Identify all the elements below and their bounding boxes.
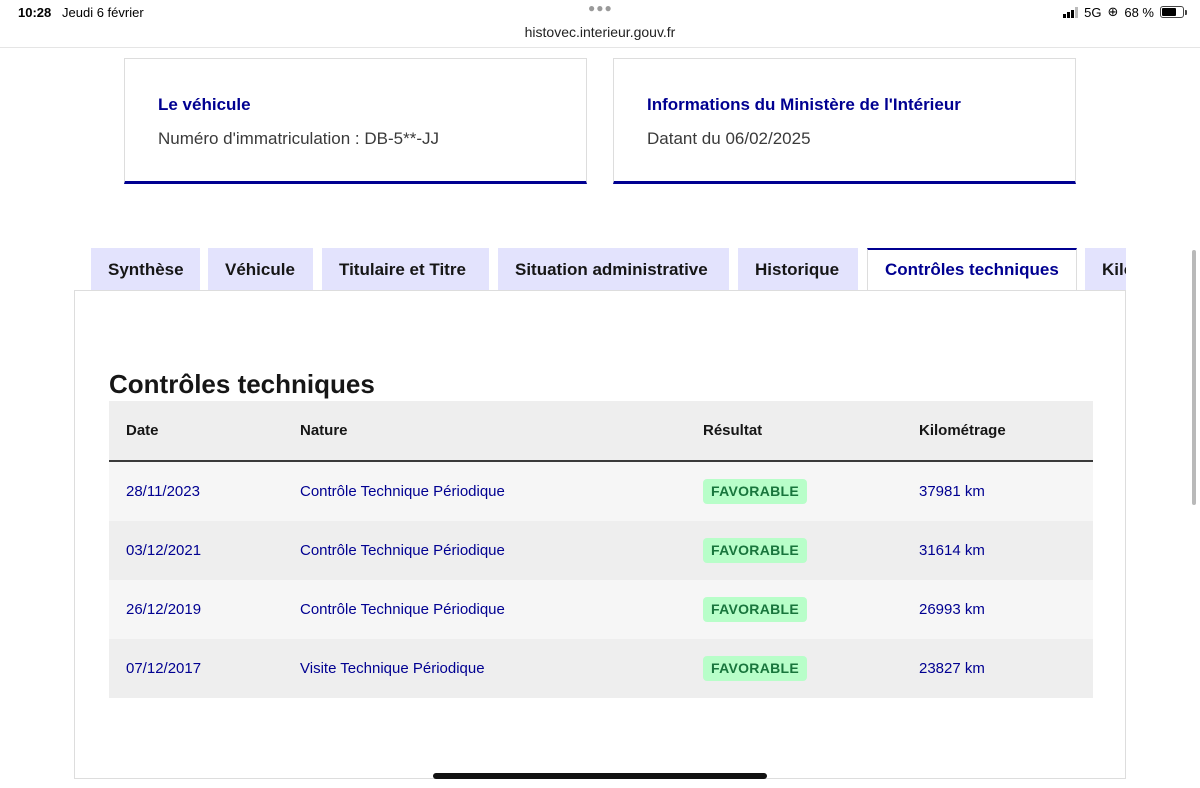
row-mileage: 31614 km	[919, 542, 985, 559]
table-row: 07/12/2017 Visite Technique Périodique F…	[109, 639, 1093, 698]
row-date: 28/11/2023	[126, 483, 200, 500]
column-header-date: Date	[126, 422, 159, 439]
data-date: Datant du 06/02/2025	[647, 129, 811, 148]
row-nature: Contrôle Technique Périodique	[300, 601, 505, 618]
ministry-card-title: Informations du Ministère de l'Intérieur	[647, 95, 961, 114]
row-nature: Contrôle Technique Périodique	[300, 483, 505, 500]
tab-titulaire[interactable]: Titulaire et Titre	[322, 248, 489, 291]
row-date: 03/12/2021	[126, 542, 202, 559]
tab-panel: Contrôles techniques Date Nature Résulta…	[74, 290, 1126, 779]
status-time: 10:28	[18, 5, 52, 20]
tab-synthese[interactable]: Synthèse	[91, 248, 200, 291]
page-scrollbar[interactable]	[1192, 250, 1196, 505]
table-row: 26/12/2019 Contrôle Technique Périodique…	[109, 580, 1093, 639]
registration-number: Numéro d'immatriculation : DB-5**-JJ	[158, 129, 439, 148]
tab-controles-techniques[interactable]: Contrôles techniques	[867, 248, 1077, 291]
row-date: 07/12/2017	[126, 660, 202, 677]
status-indicators: 5G ⊕ 68 %	[1063, 4, 1187, 20]
status-bar: 10:28 Jeudi 6 février ●●● histovec.inter…	[0, 0, 1200, 48]
tab-bar: Synthèse Véhicule Titulaire et Titre Sit…	[91, 248, 1126, 291]
tab-vehicule[interactable]: Véhicule	[208, 248, 313, 291]
row-nature: Visite Technique Périodique	[300, 660, 485, 677]
multitasking-dots-icon[interactable]: ●●●	[588, 1, 613, 15]
result-badge: FAVORABLE	[703, 597, 807, 622]
tab-situation-administrative[interactable]: Situation administrative	[498, 248, 729, 291]
ministry-card: Informations du Ministère de l'Intérieur…	[613, 58, 1076, 184]
battery-icon	[1160, 6, 1187, 18]
orientation-lock-icon: ⊕	[1107, 4, 1119, 19]
status-date: Jeudi 6 février	[62, 5, 144, 20]
result-badge: FAVORABLE	[703, 479, 807, 504]
row-date: 26/12/2019	[126, 601, 202, 618]
url-bar[interactable]: histovec.interieur.gouv.fr	[0, 24, 1200, 40]
result-badge: FAVORABLE	[703, 656, 807, 681]
result-badge: FAVORABLE	[703, 538, 807, 563]
home-indicator[interactable]	[433, 773, 767, 779]
column-header-resultat: Résultat	[703, 422, 763, 439]
row-mileage: 37981 km	[919, 483, 985, 500]
battery-percent: 68 %	[1124, 4, 1154, 20]
table-row: 28/11/2023 Contrôle Technique Périodique…	[109, 462, 1093, 521]
inspections-table: Date Nature Résultat Kilométrage 28/11/2…	[109, 401, 1093, 698]
vehicle-card: Le véhicule Numéro d'immatriculation : D…	[124, 58, 587, 184]
vehicle-card-title: Le véhicule	[158, 95, 251, 114]
section-title: Contrôles techniques	[109, 369, 375, 399]
cellular-signal-icon	[1063, 6, 1079, 18]
column-header-nature: Nature	[300, 422, 348, 439]
network-type: 5G	[1084, 4, 1102, 20]
row-nature: Contrôle Technique Périodique	[300, 542, 505, 559]
table-body: 28/11/2023 Contrôle Technique Périodique…	[109, 462, 1093, 698]
table-header: Date Nature Résultat Kilométrage	[109, 401, 1093, 462]
column-header-kilometrage: Kilométrage	[919, 422, 1006, 439]
tab-historique[interactable]: Historique	[738, 248, 858, 291]
row-mileage: 26993 km	[919, 601, 985, 618]
row-mileage: 23827 km	[919, 660, 985, 677]
tab-kilometrage[interactable]: Kilo	[1085, 248, 1126, 291]
table-row: 03/12/2021 Contrôle Technique Périodique…	[109, 521, 1093, 580]
